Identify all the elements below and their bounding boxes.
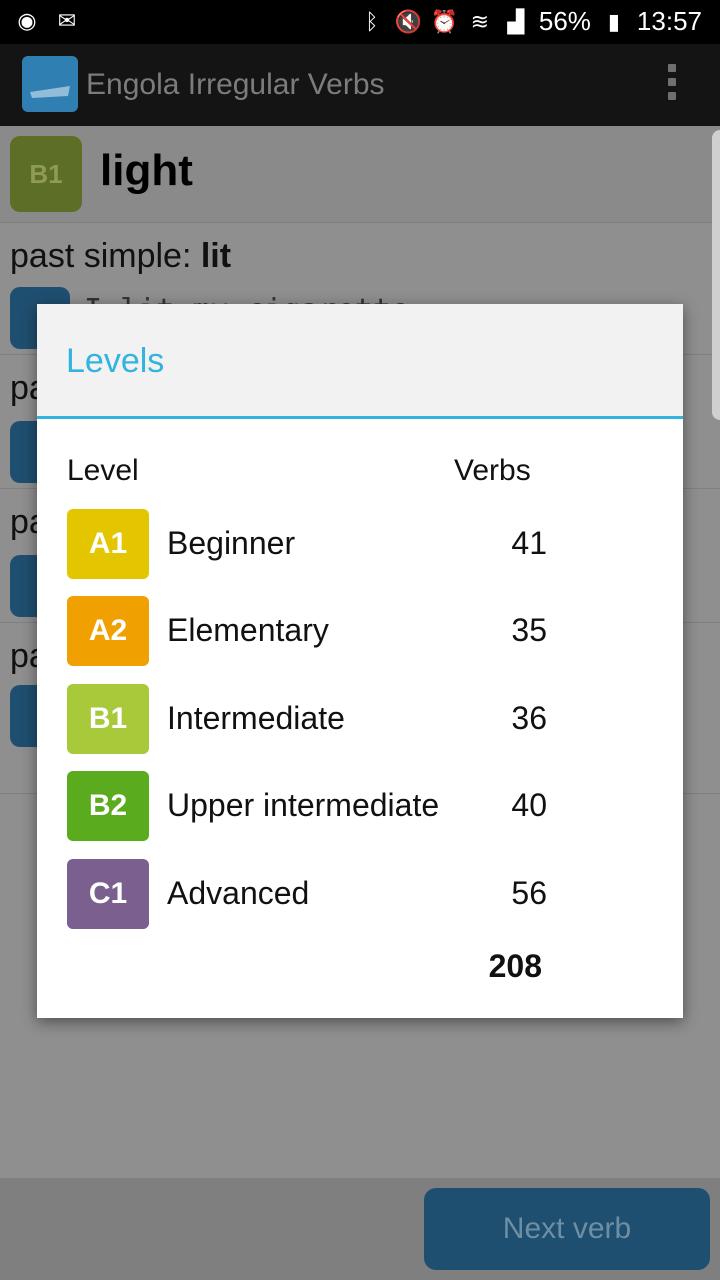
level-name: Beginner <box>167 525 296 561</box>
verbs-column-header: Verbs <box>454 454 531 487</box>
level-badge: B2 <box>67 771 149 841</box>
level-badge: C1 <box>67 859 149 929</box>
level-badge: A1 <box>67 509 149 579</box>
signal-icon: ▟ <box>507 8 525 34</box>
app-bar: Engola Irregular Verbs <box>0 44 720 126</box>
level-count: 40 <box>511 787 547 823</box>
mute-icon: 🔇 <box>394 8 423 34</box>
level-name: Intermediate <box>167 700 345 736</box>
level-row-b2: B2 Upper intermediate 40 <box>67 771 547 841</box>
total-verbs: 208 <box>488 948 542 984</box>
gmail-icon: ✉ <box>57 8 77 33</box>
level-row-a1: A1 Beginner 41 <box>67 509 547 579</box>
level-count: 35 <box>511 612 547 648</box>
level-column-header: Level <box>67 454 139 487</box>
level-badge: A2 <box>67 596 149 666</box>
level-name: Advanced <box>167 875 310 911</box>
bluetooth-icon: ᛒ <box>365 8 379 34</box>
levels-dialog: Levels Level Verbs A1 Beginner 41 A2 Ele… <box>37 304 683 1018</box>
level-row-b1: B1 Intermediate 36 <box>67 684 547 754</box>
level-count: 36 <box>511 700 547 736</box>
alarm-icon: ⏰ <box>430 8 459 34</box>
dialog-divider <box>37 416 683 419</box>
level-name: Elementary <box>167 612 329 648</box>
edge-panel-handle[interactable] <box>712 130 720 420</box>
next-verb-button[interactable]: Next verb <box>424 1188 710 1270</box>
verb-word: light <box>100 146 193 195</box>
app-title: Engola Irregular Verbs <box>86 68 385 101</box>
dialog-header: Levels <box>37 304 683 416</box>
form-label: past simple: lit <box>10 237 232 275</box>
battery-percent: 56% <box>538 6 591 36</box>
wifi-icon: ≋ <box>470 8 490 34</box>
level-name: Upper intermediate <box>167 787 440 823</box>
verb-header: B1 light <box>0 126 720 222</box>
overflow-menu-icon[interactable] <box>668 64 678 104</box>
verb-level-badge: B1 <box>10 136 82 212</box>
level-row-a2: A2 Elementary 35 <box>67 596 547 666</box>
level-badge: B1 <box>67 684 149 754</box>
clock: 13:57 <box>636 6 702 36</box>
dialog-title: Levels <box>66 342 165 380</box>
level-count: 41 <box>511 525 547 561</box>
app-logo-icon <box>22 56 78 112</box>
battery-icon: ▮ <box>607 8 620 34</box>
level-row-c1: C1 Advanced 56 <box>67 859 547 929</box>
status-bar: ◉ ✉ ᛒ 🔇 ⏰ ≋ ▟ 56% ▮ 13:57 <box>0 0 720 44</box>
circle-notification-icon: ◉ <box>17 8 37 33</box>
level-count: 56 <box>511 875 547 911</box>
